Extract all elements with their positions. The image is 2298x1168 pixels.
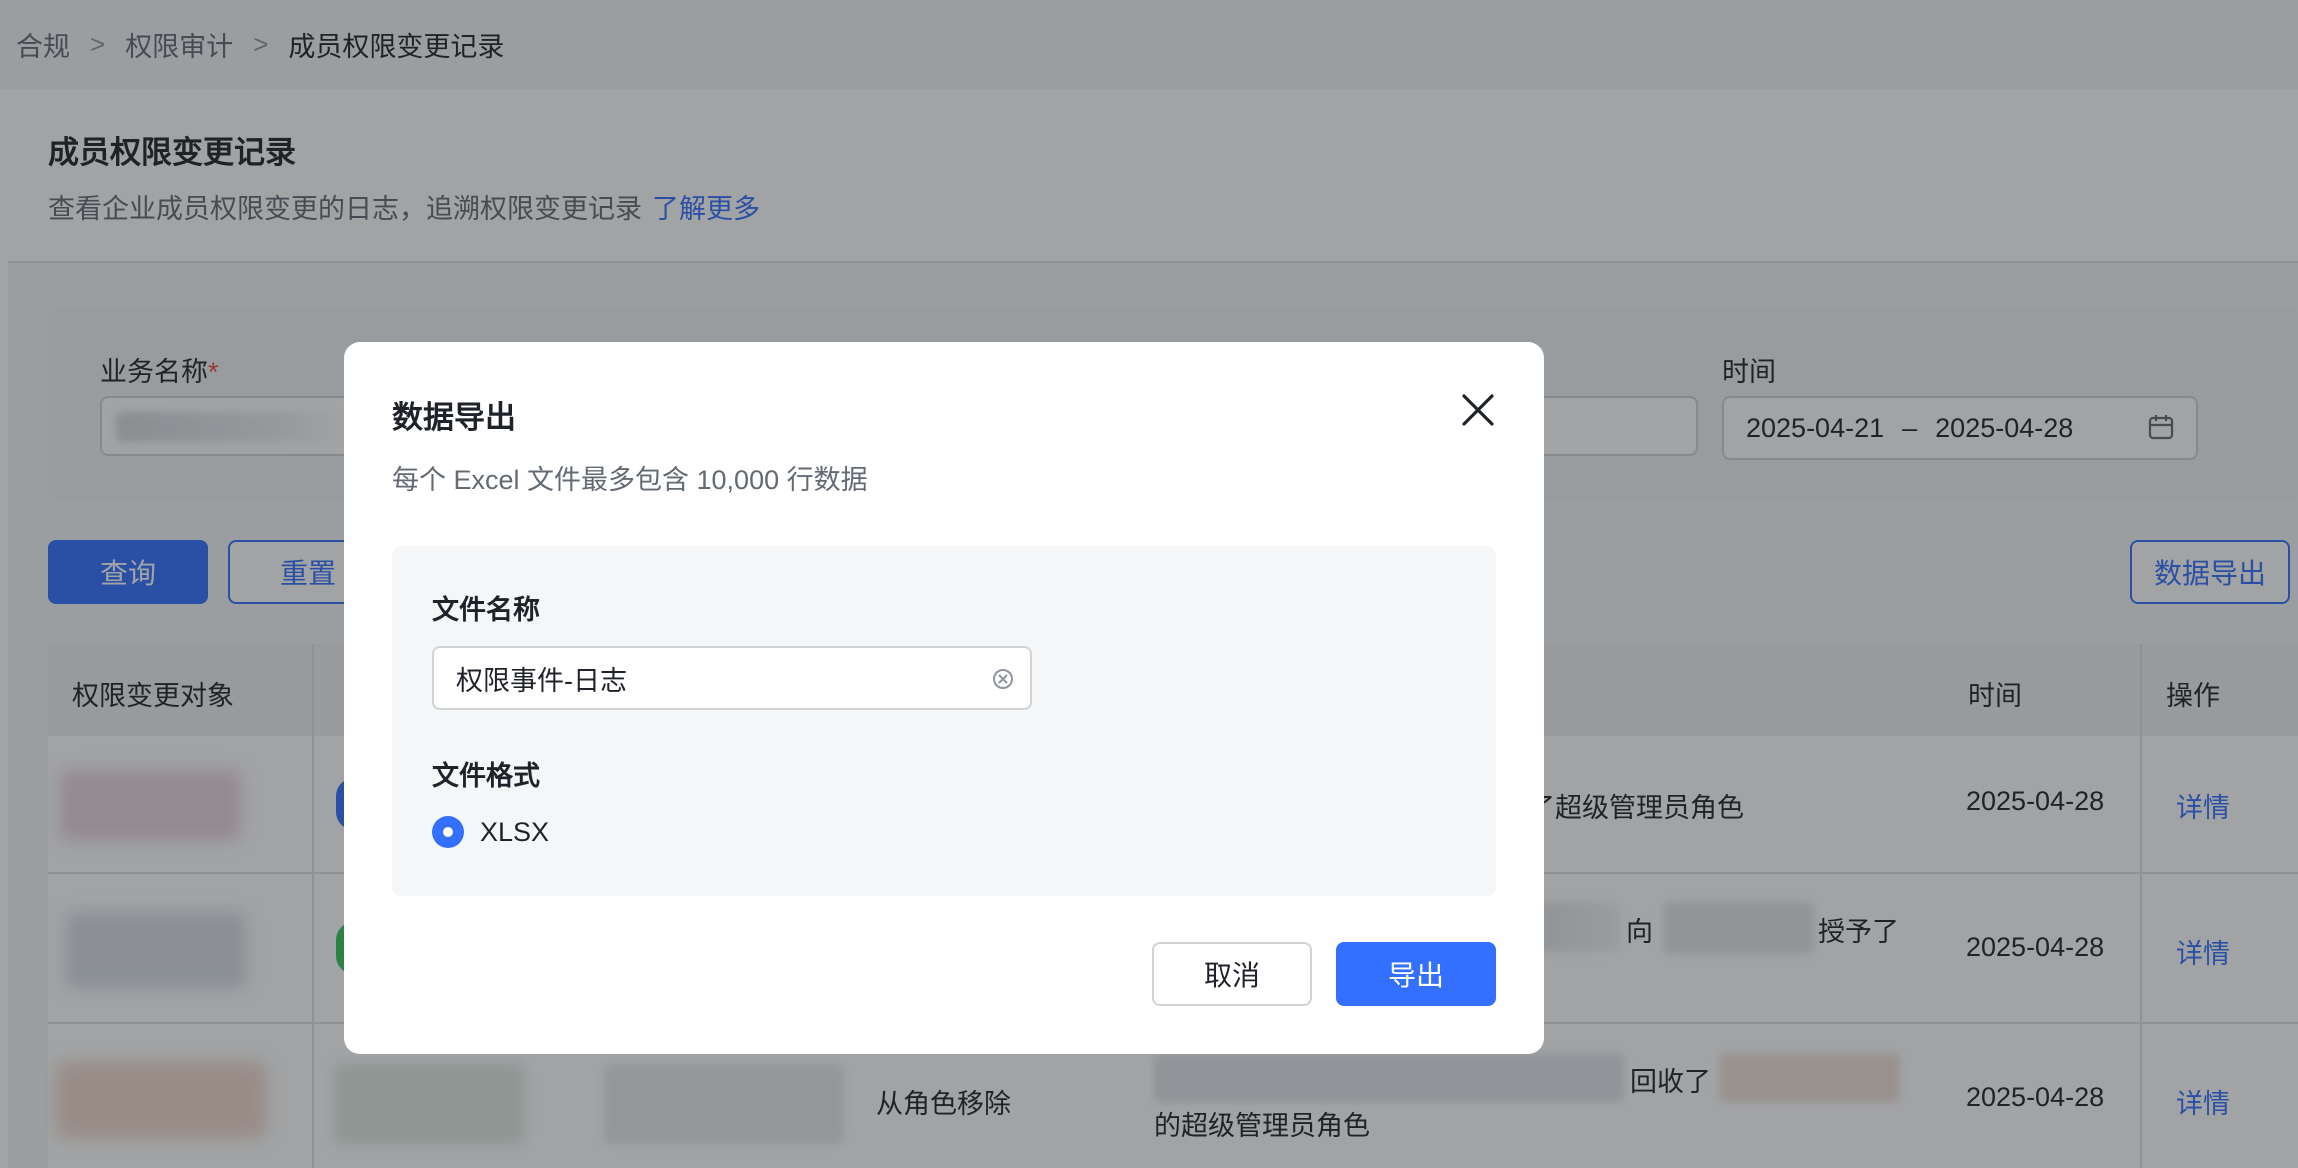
dialog-subtitle: 每个 Excel 文件最多包含 10,000 行数据 xyxy=(392,465,868,495)
close-icon[interactable] xyxy=(1456,388,1500,432)
file-name-input[interactable] xyxy=(432,646,1032,710)
clear-icon[interactable] xyxy=(992,668,1014,690)
export-dialog: 数据导出 每个 Excel 文件最多包含 10,000 行数据 文件名称 文件格… xyxy=(344,342,1544,1054)
radio-selected-icon[interactable] xyxy=(432,816,464,848)
cancel-button[interactable]: 取消 xyxy=(1152,942,1312,1006)
file-name-label: 文件名称 xyxy=(432,595,540,625)
dialog-title: 数据导出 xyxy=(392,400,516,435)
export-button[interactable]: 导出 xyxy=(1336,942,1496,1006)
format-option-xlsx[interactable]: XLSX xyxy=(432,816,549,848)
export-form: 文件名称 文件格式 XLSX xyxy=(392,546,1496,896)
format-option-label: XLSX xyxy=(480,816,550,847)
file-format-label: 文件格式 xyxy=(432,761,540,791)
